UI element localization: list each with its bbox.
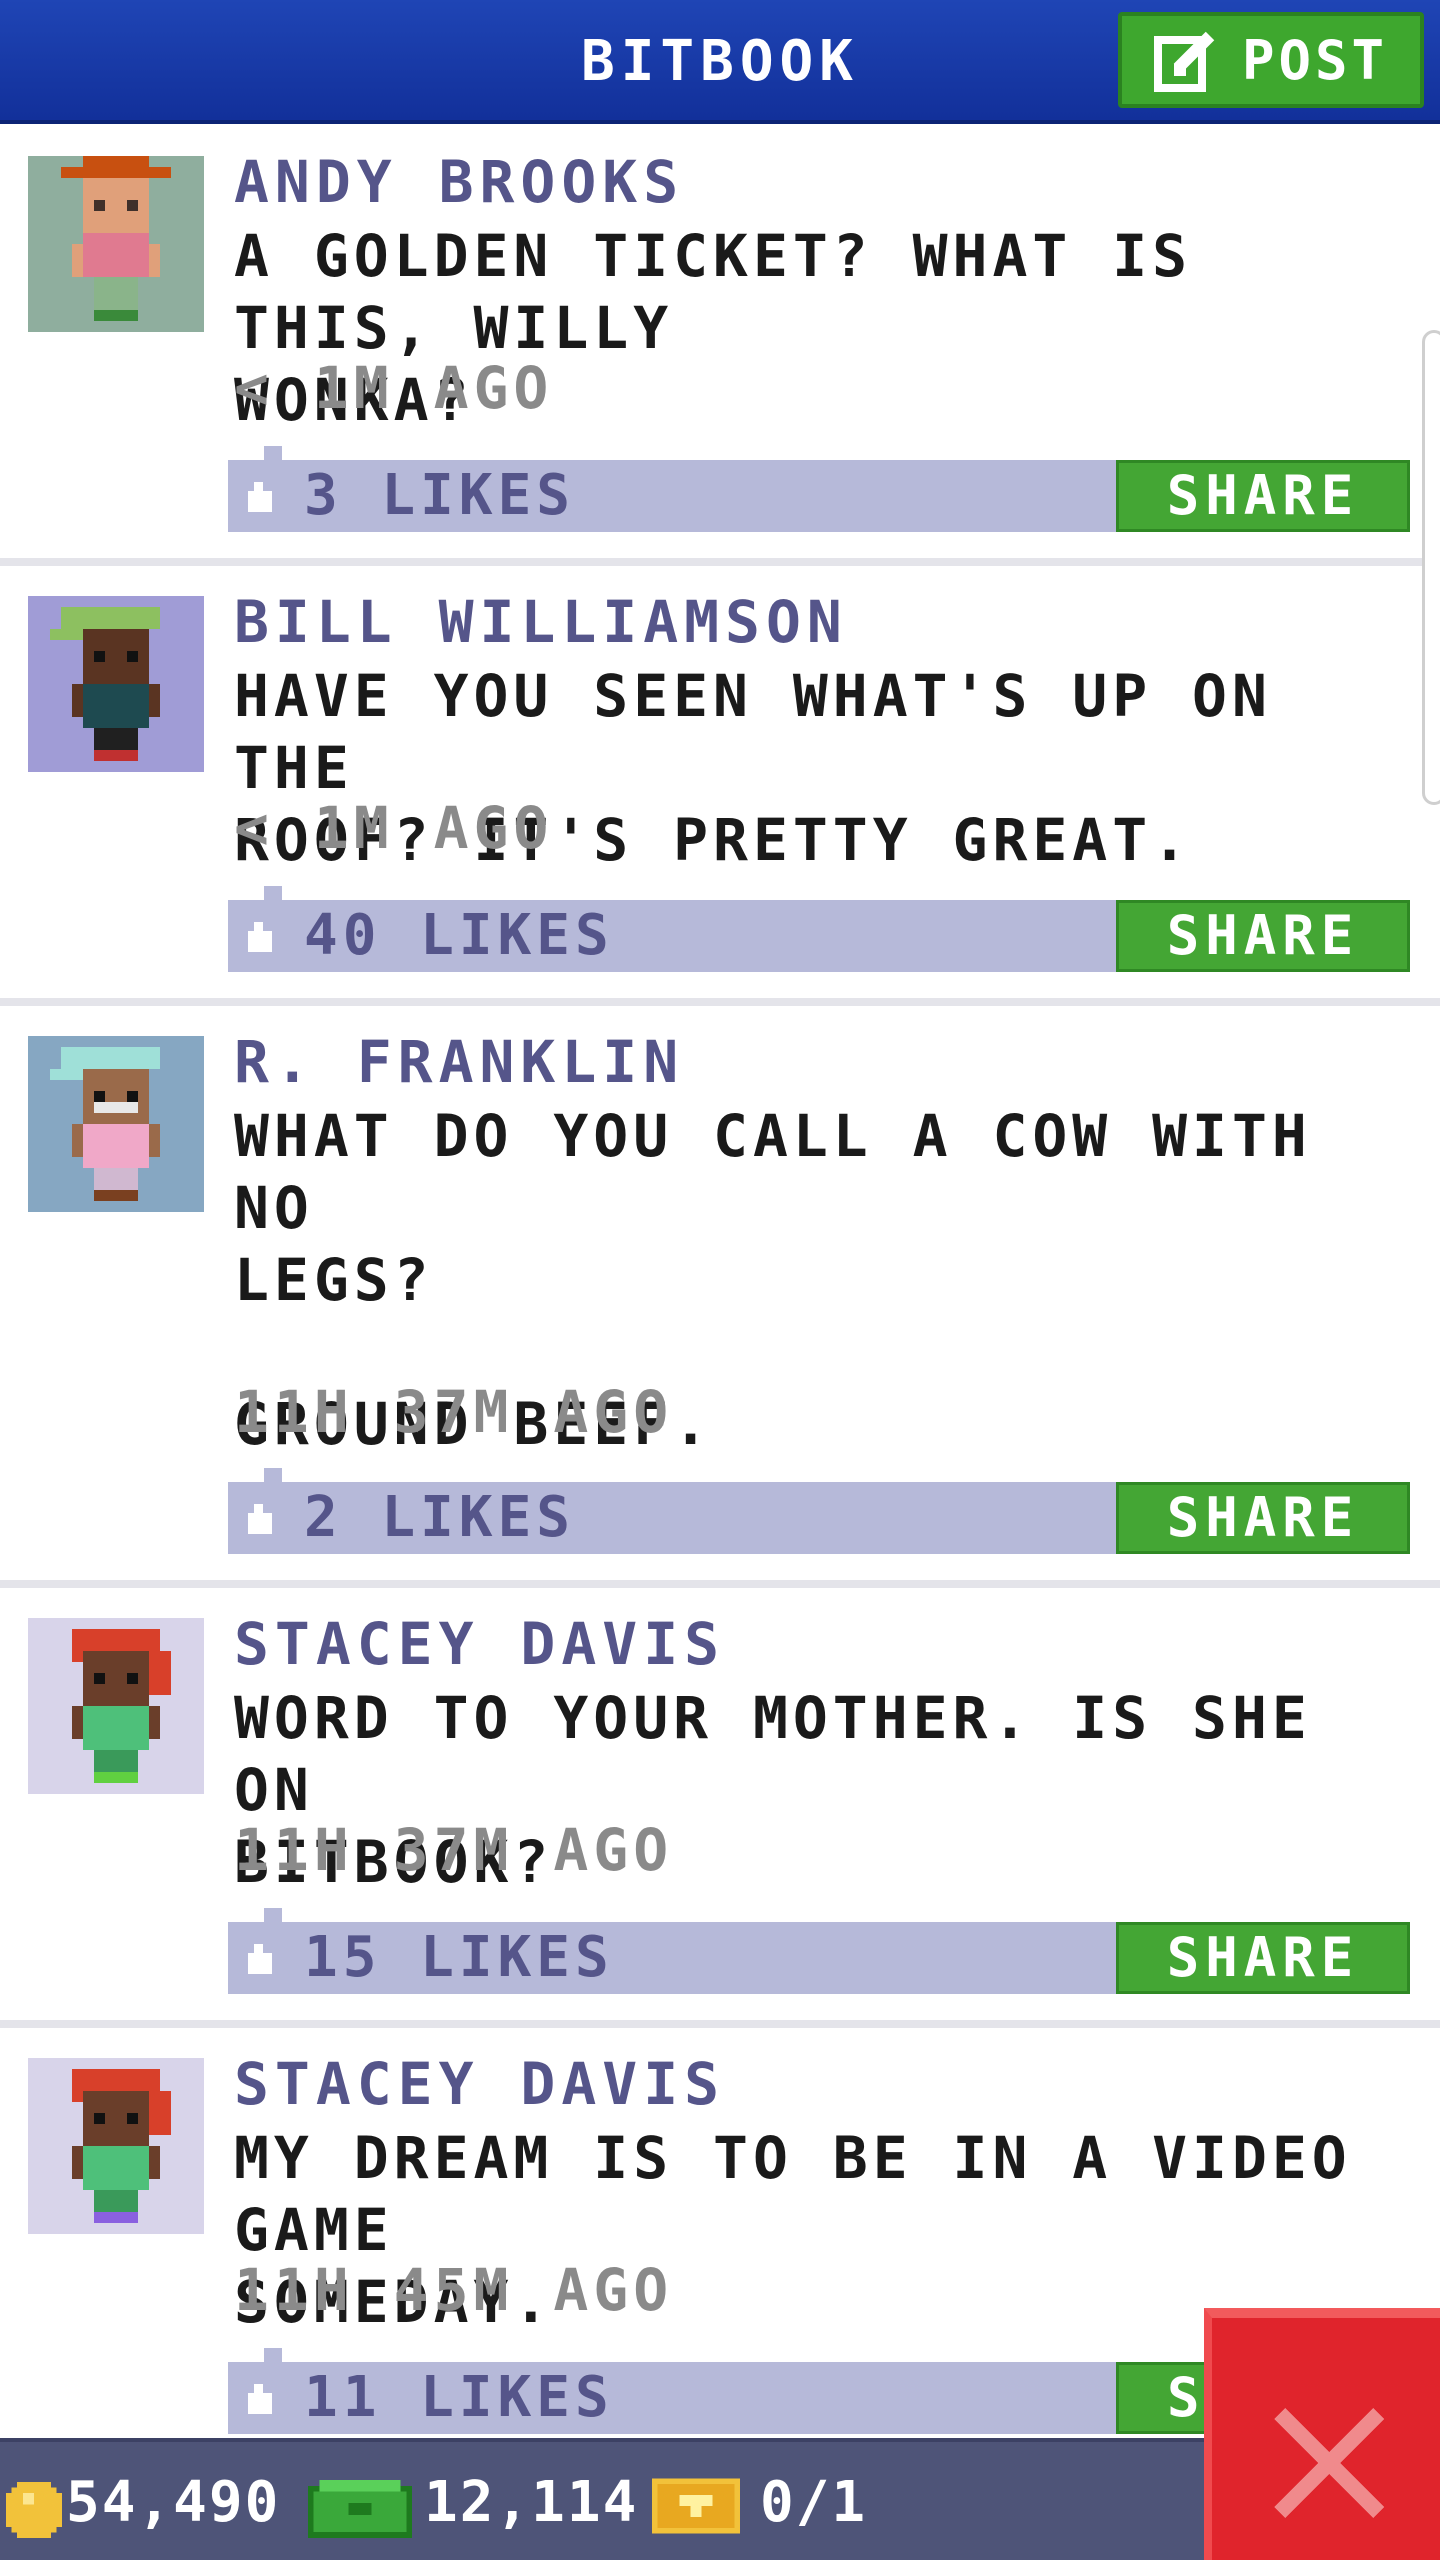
bux-icon <box>307 2480 413 2538</box>
thumbs-up-icon[interactable] <box>242 482 278 512</box>
divider <box>0 1580 1440 1588</box>
post-item: STACEY DAVIS WORD TO YOUR MOTHER. IS SHE… <box>0 1588 1440 2020</box>
avatar <box>28 1036 204 1212</box>
post-author[interactable]: R. FRANKLIN <box>234 1028 684 1096</box>
bux-count: 12,114 <box>424 2470 639 2535</box>
post-timestamp: 11H 45M AGO <box>234 2256 674 2324</box>
post-item: ANDY BROOKS A GOLDEN TICKET? WHAT IS THI… <box>0 128 1440 558</box>
post-author[interactable]: STACEY DAVIS <box>234 1610 725 1678</box>
post-timestamp: < 1M AGO <box>234 354 554 422</box>
divider <box>0 998 1440 1006</box>
scrollbar[interactable] <box>1422 330 1440 805</box>
avatar <box>28 156 204 332</box>
post-item: BILL WILLIAMSON HAVE YOU SEEN WHAT'S UP … <box>0 566 1440 998</box>
divider <box>0 558 1440 566</box>
thumbs-up-icon[interactable] <box>242 2384 278 2414</box>
divider <box>0 2020 1440 2028</box>
likes-count: 2 LIKES <box>304 1485 576 1550</box>
share-button[interactable]: SHARE <box>1116 1922 1410 1994</box>
ticket-icon <box>652 2478 740 2534</box>
likes-count: 15 LIKES <box>304 1925 614 1990</box>
post-timestamp: 11H 37M AGO <box>234 1816 674 1884</box>
ticket-count: 0/1 <box>760 2470 868 2535</box>
thumbs-up-icon[interactable] <box>242 1504 278 1534</box>
likes-count: 11 LIKES <box>304 2365 614 2430</box>
likes-count: 40 LIKES <box>304 903 614 968</box>
post-author[interactable]: ANDY BROOKS <box>234 148 684 216</box>
likes-bar: 15 LIKES SHARE <box>228 1908 1410 1994</box>
app-header: BITBOOK POST <box>0 0 1440 124</box>
post-author[interactable]: STACEY DAVIS <box>234 2050 725 2118</box>
post-timestamp: 11H 37M AGO <box>234 1378 674 1446</box>
coin-icon <box>6 2482 62 2538</box>
thumbs-up-icon[interactable] <box>242 1944 278 1974</box>
coin-count: 54,490 <box>66 2470 281 2535</box>
post-button[interactable]: POST <box>1118 12 1424 108</box>
thumbs-up-icon[interactable] <box>242 922 278 952</box>
avatar <box>28 596 204 772</box>
likes-bar: 3 LIKES SHARE <box>228 446 1410 532</box>
post-timestamp: < 1M AGO <box>234 794 554 862</box>
share-button[interactable]: SHARE <box>1116 1482 1410 1554</box>
avatar <box>28 1618 204 1794</box>
post-button-label: POST <box>1241 28 1389 92</box>
post-item: R. FRANKLIN WHAT DO YOU CALL A COW WITH … <box>0 1006 1440 1580</box>
post-author[interactable]: BILL WILLIAMSON <box>234 588 848 656</box>
edit-icon <box>1153 31 1215 92</box>
likes-bar: 40 LIKES SHARE <box>228 886 1410 972</box>
likes-bar: 2 LIKES SHARE <box>228 1468 1410 1554</box>
likes-count: 3 LIKES <box>304 463 576 528</box>
share-button[interactable]: SHARE <box>1116 460 1410 532</box>
close-icon <box>1274 2408 1384 2518</box>
share-button[interactable]: SHARE <box>1116 900 1410 972</box>
close-button[interactable] <box>1204 2308 1440 2560</box>
avatar <box>28 2058 204 2234</box>
